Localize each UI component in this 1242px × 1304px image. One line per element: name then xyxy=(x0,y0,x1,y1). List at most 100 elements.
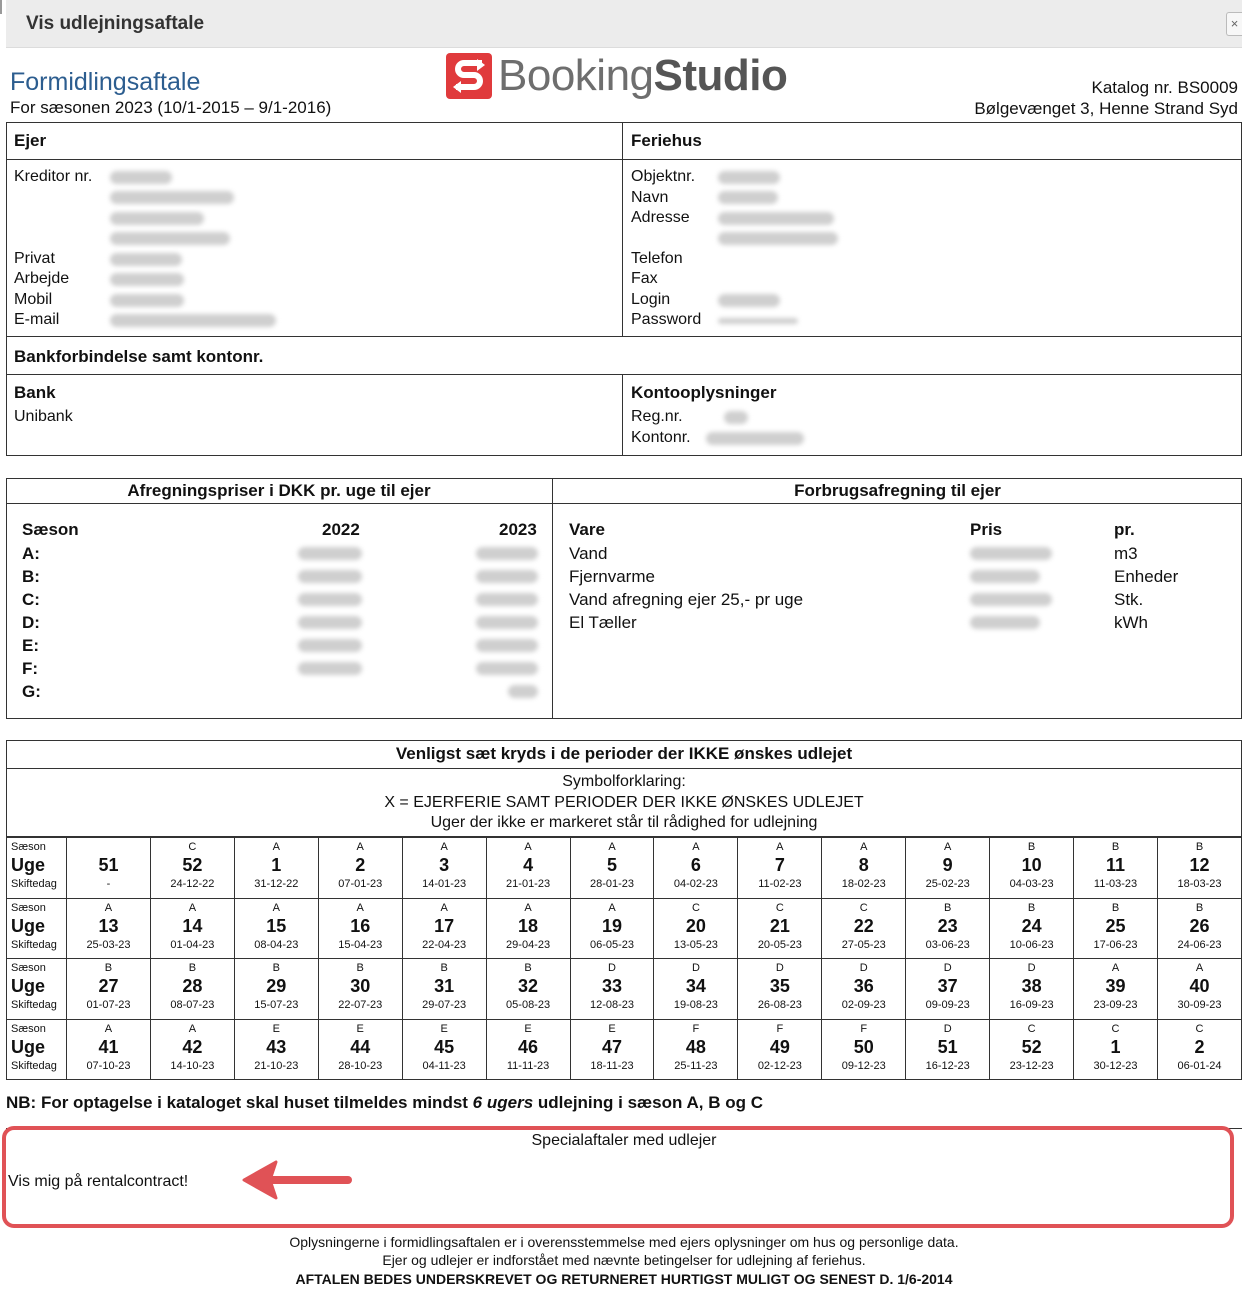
week-season: D xyxy=(1027,962,1036,974)
consumption-item: Fjernvarme xyxy=(569,567,655,586)
season-label: E: xyxy=(22,636,39,655)
week-cell[interactable]: B 24 10-06-23 xyxy=(989,897,1075,959)
week-cell[interactable]: B 23 03-06-23 xyxy=(905,897,991,959)
week-number: 7 xyxy=(774,855,785,875)
week-cell[interactable]: C 52 24-12-22 xyxy=(149,837,235,899)
week-cell[interactable]: E 43 21-10-23 xyxy=(233,1018,319,1080)
week-cell[interactable]: C 21 20-05-23 xyxy=(737,897,823,959)
week-cell[interactable]: D 35 26-08-23 xyxy=(737,958,823,1020)
week-cell[interactable]: D 36 02-09-23 xyxy=(821,958,907,1020)
week-cell[interactable]: E 45 04-11-23 xyxy=(401,1018,487,1080)
week-number: 29 xyxy=(266,976,287,996)
week-changeday: 14-01-23 xyxy=(422,878,467,890)
week-cell[interactable]: A 42 14-10-23 xyxy=(149,1018,235,1080)
week-cell[interactable]: E 44 28-10-23 xyxy=(317,1018,403,1080)
week-cell[interactable]: D 34 19-08-23 xyxy=(653,958,739,1020)
week-cell[interactable]: D 33 12-08-23 xyxy=(569,958,655,1020)
address-label: Adresse xyxy=(631,209,690,226)
week-cell[interactable]: A 7 11-02-23 xyxy=(737,837,823,899)
week-season: A xyxy=(272,841,280,853)
week-cell[interactable]: F 49 02-12-23 xyxy=(737,1018,823,1080)
week-season: C xyxy=(775,901,784,914)
week-cell[interactable]: A 41 07-10-23 xyxy=(66,1018,151,1080)
week-season: A xyxy=(104,901,113,914)
week-cell[interactable]: B 29 15-07-23 xyxy=(233,958,319,1020)
week-changeday: 29-04-23 xyxy=(506,938,551,951)
week-cell[interactable]: A 5 28-01-23 xyxy=(569,837,655,899)
week-cell[interactable]: B 32 05-08-23 xyxy=(485,958,571,1020)
week-changeday: 07-01-23 xyxy=(338,878,383,890)
week-cell[interactable]: B 12 18-03-23 xyxy=(1156,837,1242,899)
season-label: F: xyxy=(22,659,39,678)
week-cell[interactable]: A 4 21-01-23 xyxy=(485,837,571,899)
week-season: D xyxy=(943,962,952,974)
week-changeday: 22-04-23 xyxy=(422,938,467,951)
week-cell[interactable]: E 46 11-11-23 xyxy=(485,1018,571,1080)
consumption-items: Vand Fjernvarme Vand afregning ejer 25,-… xyxy=(569,542,803,634)
week-cell[interactable]: A 8 18-02-23 xyxy=(821,837,907,899)
week-season: A xyxy=(188,901,197,914)
week-cell[interactable]: C 22 27-05-23 xyxy=(821,897,907,959)
week-cell[interactable]: A 39 23-09-23 xyxy=(1073,958,1158,1020)
week-cell[interactable]: A 18 29-04-23 xyxy=(485,897,571,959)
week-cell[interactable]: B 26 24-06-23 xyxy=(1156,897,1242,959)
week-cell[interactable]: A 13 25-03-23 xyxy=(66,897,151,959)
week-number: 35 xyxy=(769,976,790,996)
calendar-row: Sæson Uge Skiftedag A 13 25-03-23 A 14 01-04-23 A… xyxy=(6,897,1242,959)
week-cell[interactable]: F 48 25-11-23 xyxy=(653,1018,739,1080)
week-cell[interactable]: B 30 22-07-23 xyxy=(317,958,403,1020)
week-cell[interactable]: D 37 09-09-23 xyxy=(905,958,991,1020)
week-cell[interactable]: B 31 29-07-23 xyxy=(401,958,487,1020)
week-cell[interactable]: C 52 23-12-23 xyxy=(989,1018,1075,1080)
week-cell[interactable]: C 2 06-01-24 xyxy=(1156,1018,1242,1080)
week-number: 48 xyxy=(685,1036,706,1057)
week-changeday: 22-07-23 xyxy=(338,999,383,1011)
week-season: A xyxy=(1195,962,1204,974)
week-changeday: 21-10-23 xyxy=(254,1059,299,1072)
week-season: C xyxy=(1027,1022,1036,1035)
week-cell[interactable]: A 9 25-02-23 xyxy=(905,837,991,899)
week-cell[interactable]: B 10 04-03-23 xyxy=(989,837,1075,899)
week-cell[interactable]: A 15 08-04-23 xyxy=(233,897,319,959)
week-number: 34 xyxy=(685,976,706,996)
week-cell[interactable]: B 28 08-07-23 xyxy=(149,958,235,1020)
week-cell[interactable]: A 40 30-09-23 xyxy=(1156,958,1242,1020)
calendar-heading: Venligst sæt kryds i de perioder der IKK… xyxy=(395,744,853,763)
row-label-week: Uge xyxy=(11,855,46,875)
week-cell[interactable]: B 25 17-06-23 xyxy=(1073,897,1158,959)
week-cell[interactable]: B 27 01-07-23 xyxy=(66,958,151,1020)
week-changeday: 08-04-23 xyxy=(254,938,299,951)
week-cell[interactable]: E 47 18-11-23 xyxy=(569,1018,655,1080)
week-cell[interactable]: D 51 16-12-23 xyxy=(905,1018,991,1080)
week-cell[interactable]: C 1 30-12-23 xyxy=(1073,1018,1158,1080)
week-cell[interactable]: A 1 31-12-22 xyxy=(233,837,319,899)
week-cell[interactable]: A 19 06-05-23 xyxy=(569,897,655,959)
week-number: 49 xyxy=(769,1036,790,1057)
redacted-value xyxy=(110,293,184,307)
week-cell[interactable]: A 3 14-01-23 xyxy=(401,837,487,899)
week-number: 46 xyxy=(518,1036,539,1057)
week-cell[interactable]: A 16 15-04-23 xyxy=(317,897,403,959)
week-cell[interactable]: C 20 13-05-23 xyxy=(653,897,739,959)
week-cell[interactable]: 51 - xyxy=(66,837,151,899)
login-label: Login xyxy=(631,291,671,308)
reg-label: Reg.nr. xyxy=(631,408,683,425)
week-cell[interactable]: A 17 22-04-23 xyxy=(401,897,487,959)
close-icon[interactable]: × xyxy=(1226,12,1242,36)
week-season: A xyxy=(104,1022,113,1035)
dialog-titlebar: Vis udlejningsaftale × xyxy=(6,0,1242,48)
week-changeday: 09-12-23 xyxy=(841,1059,886,1072)
week-cell[interactable]: A 14 01-04-23 xyxy=(149,897,235,959)
week-cell[interactable]: A 2 07-01-23 xyxy=(317,837,403,899)
week-cell[interactable]: D 38 16-09-23 xyxy=(989,958,1075,1020)
row-label-changeday: Skiftedag xyxy=(11,999,57,1011)
week-cell[interactable]: B 11 11-03-23 xyxy=(1073,837,1158,899)
row-label-cell: Sæson Uge Skiftedag xyxy=(6,1018,67,1080)
logo-prefix: Booking xyxy=(498,51,654,100)
week-season: B xyxy=(440,962,448,974)
week-cell[interactable]: A 6 04-02-23 xyxy=(653,837,739,899)
week-season: D xyxy=(691,962,700,974)
week-cell[interactable]: F 50 09-12-23 xyxy=(821,1018,907,1080)
week-number: 24 xyxy=(1021,915,1042,936)
week-number: 40 xyxy=(1189,976,1210,996)
